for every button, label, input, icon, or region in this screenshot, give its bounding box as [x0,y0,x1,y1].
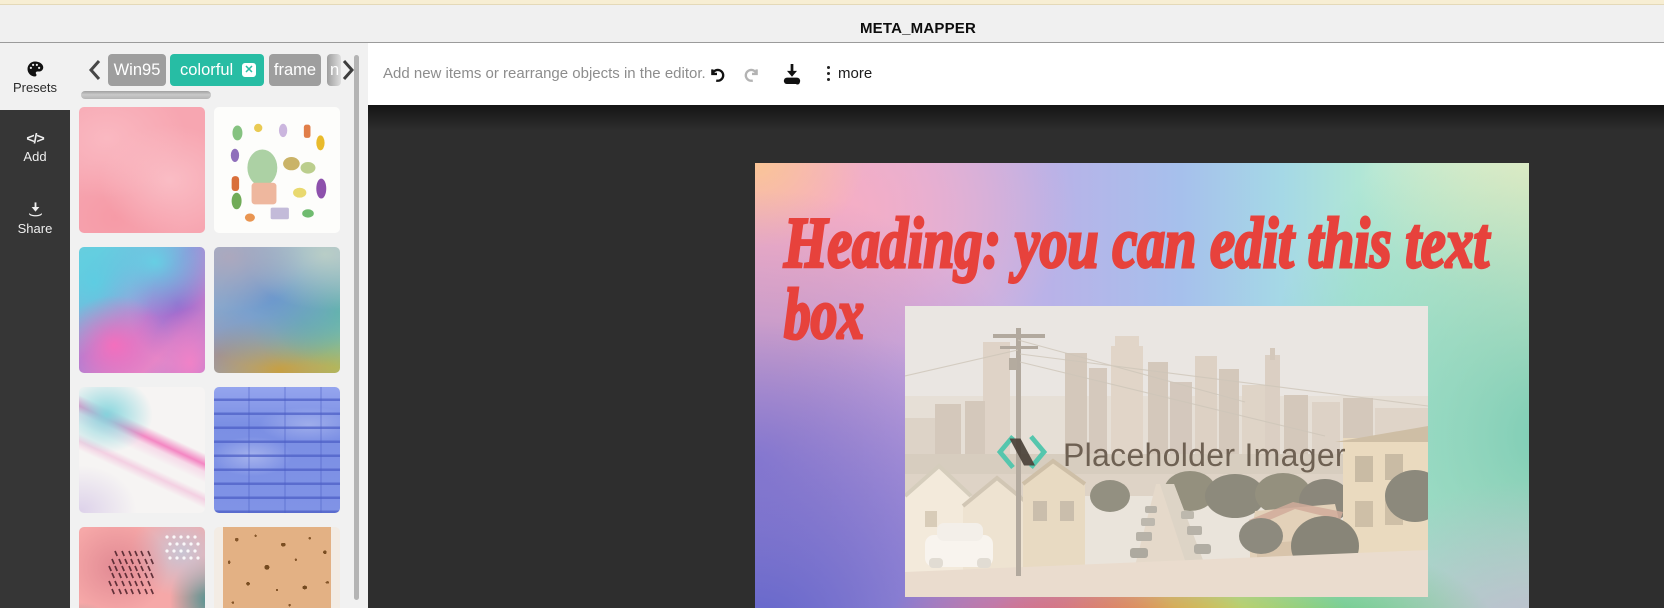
svg-text:box: box [784,274,864,354]
svg-text:Heading: you can edit this tex: Heading: you can edit this text [783,203,1490,283]
